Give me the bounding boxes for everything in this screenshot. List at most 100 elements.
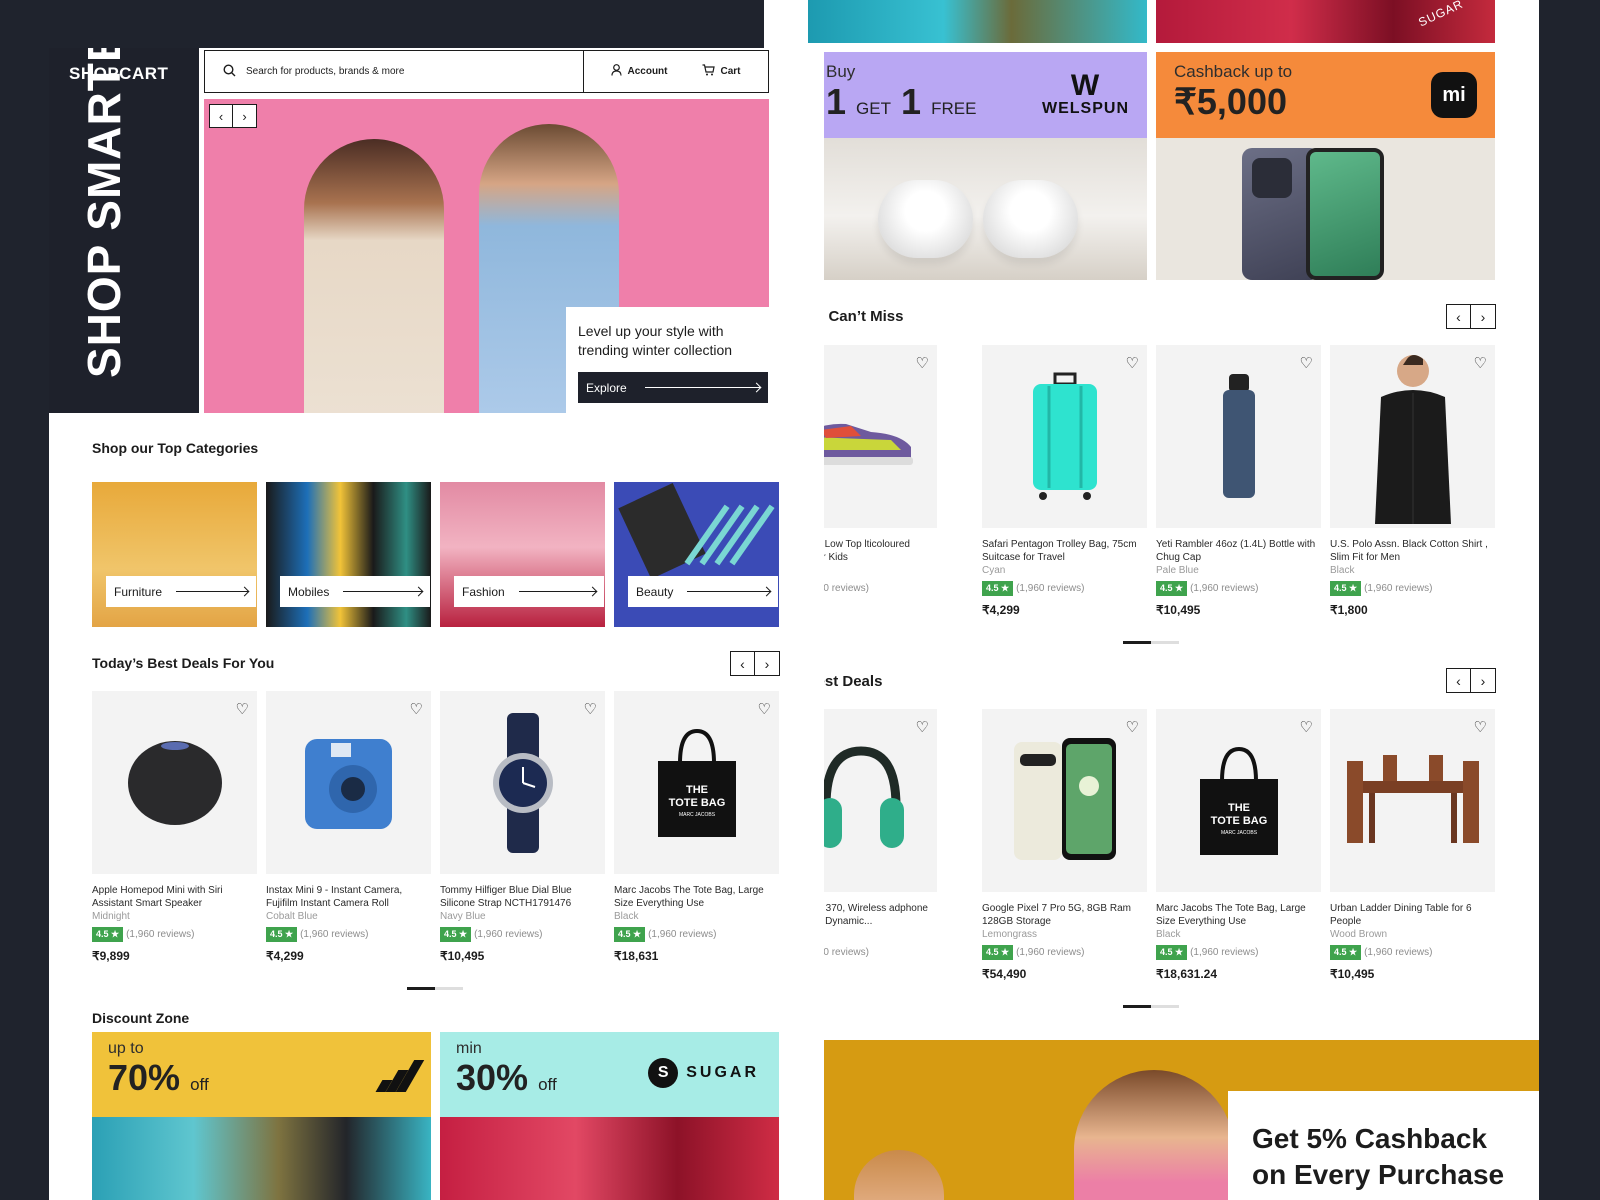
product-card[interactable]: ♡ Yeti Rambler 46oz (1.4L) Bottle with C… [1156, 345, 1321, 617]
product-variant: Lemongrass [982, 929, 1038, 940]
explore-button[interactable]: Explore [578, 372, 768, 403]
heart-icon[interactable]: ♡ [1474, 718, 1487, 736]
mi-promo[interactable]: Cashback up to ₹5,000 mi [1156, 52, 1495, 280]
cashback-line1: Get 5% Cashback [1252, 1123, 1487, 1154]
product-card[interactable]: ♡ Google Pixel 7 Pro 5G, 8GB Ram 128GB S… [982, 709, 1147, 981]
chevron-right-icon[interactable]: › [233, 104, 257, 128]
hero-text-panel: Level up your style with trending winter… [566, 307, 769, 413]
product-variant: Cobalt Blue [266, 911, 318, 922]
category-label-button[interactable]: Fashion [454, 576, 604, 607]
main-page: SHOPCART SHOP SMARTER. Account Cart ‹ › [49, 48, 824, 1200]
product-card[interactable]: ♡ Apple Homepod Mini with Siri Assistant… [92, 691, 257, 963]
product-name: Yeti Rambler 46oz (1.4L) Bottle with Chu… [1156, 539, 1316, 563]
product-card[interactable]: THE TOTE BAG MARC JACOBS ♡ Marc Jacobs T… [1156, 709, 1321, 981]
secondary-page: SUGAR Buy 1 GET 1 FREE W WELSPUN Cashback… [764, 0, 1539, 1200]
towels-image [808, 138, 1147, 280]
product-price: ₹10,495 [1330, 967, 1375, 981]
product-name: Apple Homepod Mini with Siri Assistant S… [92, 885, 223, 909]
chevron-right-icon[interactable]: › [755, 651, 780, 676]
chevron-right-icon[interactable]: › [1471, 668, 1496, 693]
account-cart-bar: Account Cart [583, 50, 769, 93]
section-title: Discount Zone [92, 1010, 190, 1026]
heart-icon[interactable]: ♡ [410, 700, 423, 718]
chevron-right-icon[interactable]: › [1471, 304, 1496, 329]
heart-icon[interactable]: ♡ [916, 718, 929, 736]
product-card[interactable]: ♡ Instax Mini 9 - Instant Camera, Fujifi… [266, 691, 431, 963]
product-name: Marc Jacobs The Tote Bag, Large Size Eve… [614, 885, 764, 909]
arrow-right-icon [687, 591, 770, 592]
category-label-button[interactable]: Furniture [106, 576, 256, 607]
product-price: ₹18,631 [614, 949, 659, 963]
carousel-indicator [1123, 641, 1179, 644]
category-card[interactable]: Mobiles [266, 482, 431, 627]
product-name: Urban Ladder Dining Table for 6 People [1330, 903, 1472, 927]
product-name: U.S. Polo Assn. Black Cotton Shirt , Sli… [1330, 539, 1488, 563]
product-rating: 4.5 ★ (1,960 reviews) [982, 945, 1147, 960]
adidas-banner-image [92, 1117, 431, 1200]
search-bar[interactable] [204, 50, 584, 93]
chevron-left-icon[interactable]: ‹ [730, 651, 755, 676]
product-card[interactable]: ♡ Urban Ladder Dining Table for 6 People… [1330, 709, 1495, 981]
category-card[interactable]: Beauty [614, 482, 779, 627]
welspun-logo: W WELSPUN [1042, 69, 1129, 118]
product-card[interactable]: ♡ Safari Pentagon Trolley Bag, 75cm Suit… [982, 345, 1147, 617]
svg-text:THE: THE [1228, 802, 1250, 814]
product-rating: 4.5 ★ (1,960 reviews) [1330, 581, 1495, 596]
dining-table-image [1346, 754, 1479, 843]
cart-button[interactable]: Cart [702, 64, 740, 79]
hero-banner[interactable]: ‹ › Level up your style with trending wi… [204, 99, 769, 413]
category-label-button[interactable]: Beauty [628, 576, 778, 607]
product-price: ₹4,299 [266, 949, 304, 963]
chevron-left-icon[interactable]: ‹ [209, 104, 233, 128]
cashback-line2: on Every Purchase [1252, 1159, 1505, 1190]
chevron-left-icon[interactable]: ‹ [1446, 668, 1471, 693]
product-card[interactable]: THE TOTE BAG MARC JACOBS ♡ Marc Jacobs T… [614, 691, 779, 963]
search-input[interactable] [246, 66, 566, 77]
heart-icon[interactable]: ♡ [1474, 354, 1487, 372]
product-card[interactable]: ♡ U.S. Polo Assn. Black Cotton Shirt , S… [1330, 345, 1495, 617]
search-icon [223, 63, 236, 80]
hero-text: Level up your style with trending winter… [578, 323, 733, 358]
product-variant: Pale Blue [1156, 565, 1199, 576]
cashback-banner[interactable]: Get 5% Cashback on Every Purchase [824, 1040, 1539, 1200]
heart-icon[interactable]: ♡ [1300, 718, 1313, 736]
tote-bag-image: THE TOTE BAG MARC JACOBS [1199, 746, 1278, 855]
product-rating: 4.5 ★ (1,960 reviews) [1330, 945, 1495, 960]
product-variant: Midnight [92, 911, 130, 922]
product-variant: Black [614, 911, 639, 922]
account-button[interactable]: Account [611, 64, 667, 79]
heart-icon[interactable]: ♡ [1126, 718, 1139, 736]
arrow-right-icon [644, 387, 760, 388]
brand-tagline: SHOP SMARTER. [78, 48, 130, 378]
discount-prefix: up to [108, 1040, 144, 1057]
welspun-promo[interactable]: Buy 1 GET 1 FREE W WELSPUN [808, 52, 1147, 280]
heart-icon[interactable]: ♡ [1126, 354, 1139, 372]
product-card[interactable]: ♡ Tommy Hilfiger Blue Dial Blue Silicone… [440, 691, 605, 963]
banner-photo [1074, 1070, 1234, 1200]
category-card[interactable]: Fashion [440, 482, 605, 627]
heart-icon[interactable]: ♡ [584, 700, 597, 718]
svg-text:TOTE BAG: TOTE BAG [668, 797, 725, 809]
sugar-discount-card[interactable]: min 30% off S SUGAR [440, 1032, 779, 1200]
discount-prefix: min [456, 1040, 482, 1057]
product-rating: 4.5 ★ (1,960 reviews) [614, 927, 779, 942]
discount-value: 70% off [108, 1057, 209, 1098]
product-variant: Cyan [982, 565, 1006, 576]
product-rating: 4.5 ★ (1,960 reviews) [982, 581, 1147, 596]
user-icon [611, 64, 623, 79]
adidas-discount-card[interactable]: up to 70% off [92, 1032, 431, 1200]
arrow-right-icon [343, 591, 422, 592]
hero-carousel-arrows: ‹ › [209, 104, 257, 128]
sugar-banner-image [440, 1117, 779, 1200]
heart-icon[interactable]: ♡ [916, 354, 929, 372]
svg-text:THE: THE [686, 784, 708, 796]
heart-icon[interactable]: ♡ [758, 700, 771, 718]
category-label-button[interactable]: Mobiles [280, 576, 430, 607]
banner-strip-image [808, 0, 1147, 43]
heart-icon[interactable]: ♡ [1300, 354, 1313, 372]
heart-icon[interactable]: ♡ [236, 700, 249, 718]
chevron-left-icon[interactable]: ‹ [1446, 304, 1471, 329]
cashback-text-box: Get 5% Cashback on Every Purchase [1228, 1091, 1539, 1200]
category-card[interactable]: Furniture [92, 482, 257, 627]
mi-logo: mi [1431, 72, 1477, 118]
